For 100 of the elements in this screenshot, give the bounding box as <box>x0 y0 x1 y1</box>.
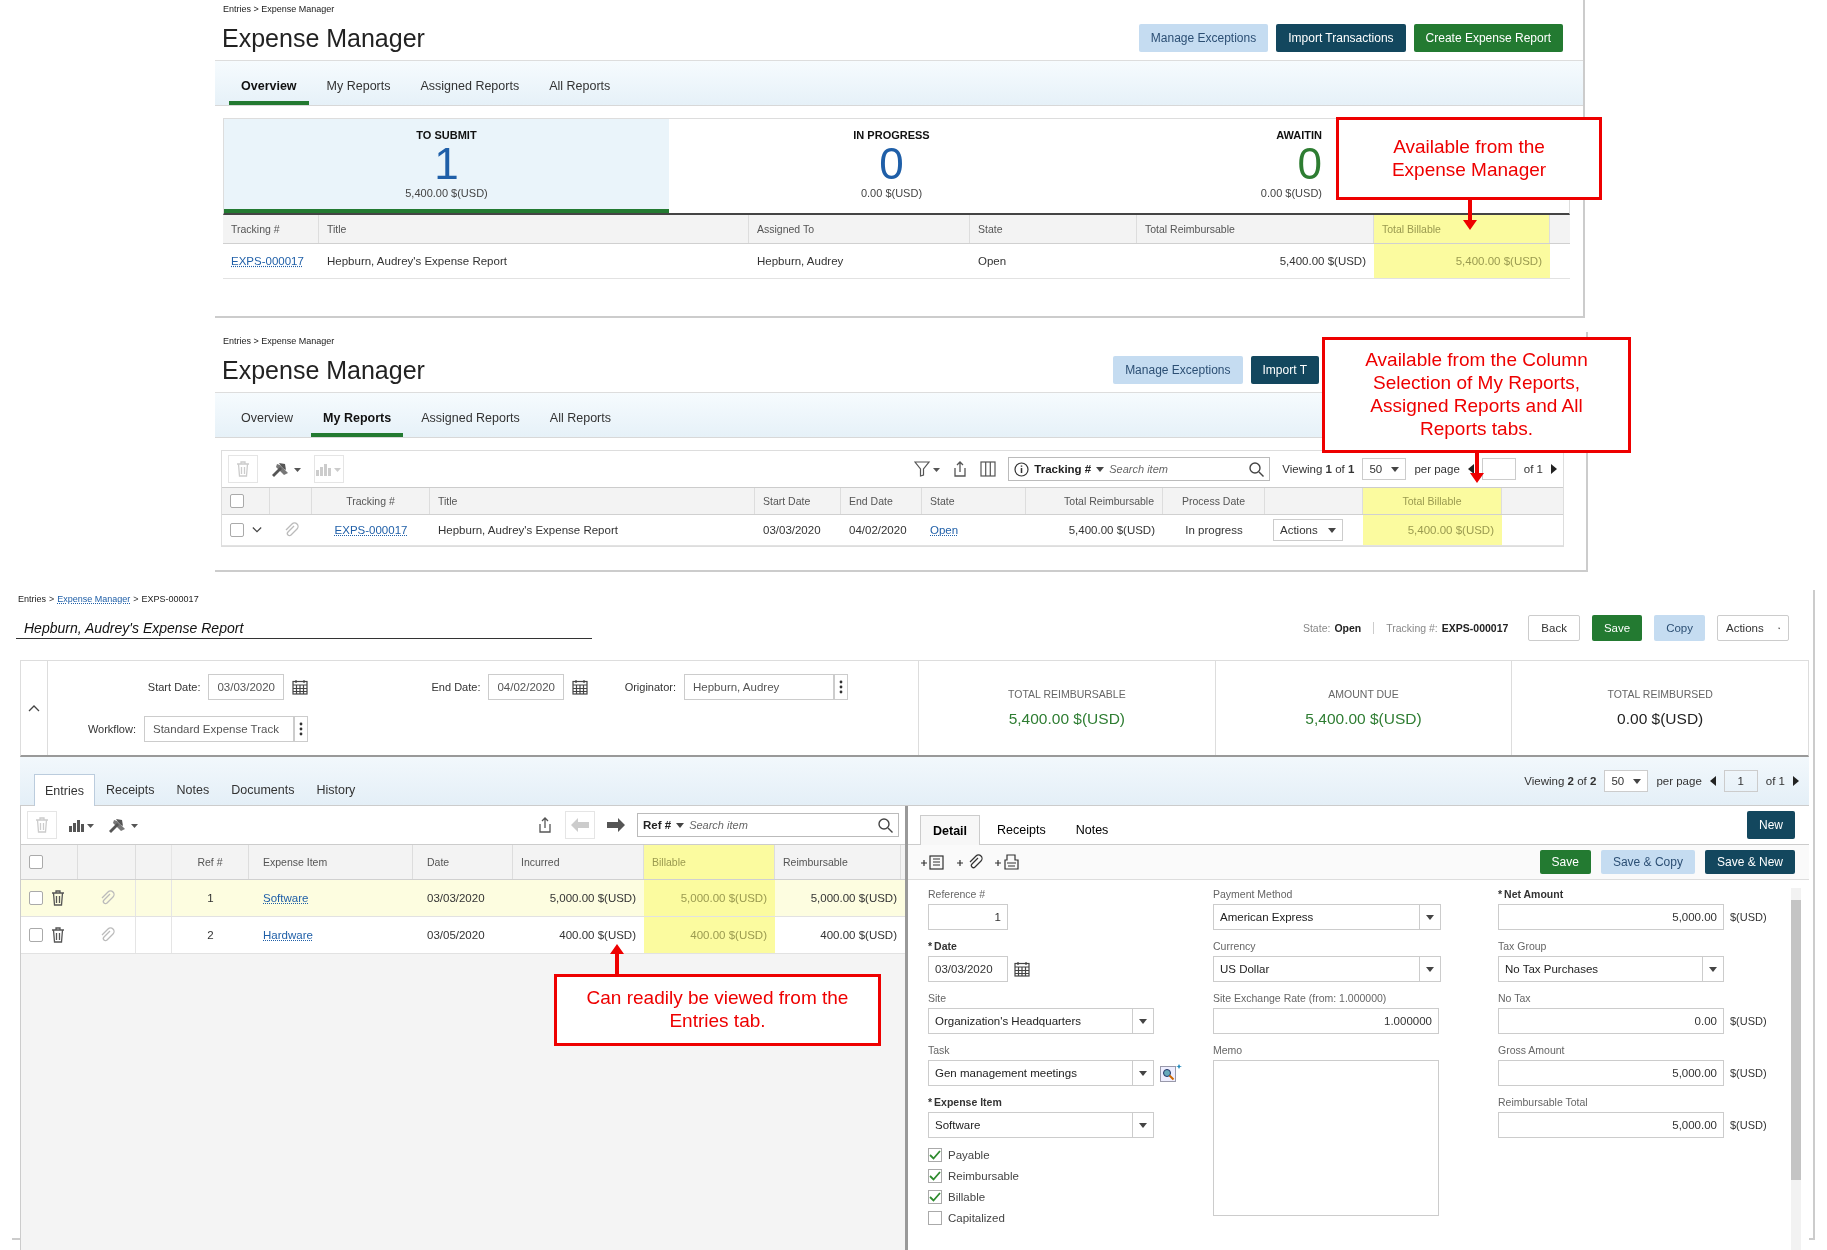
column-header[interactable]: End Date <box>841 488 922 514</box>
toolbar-button[interactable]: Create Expense Report <box>1413 24 1563 52</box>
stat-card[interactable]: AWAITIN 0 0.00 $(USD) <box>1114 119 1330 213</box>
input-field[interactable]: 03/03/2020 <box>928 956 1008 982</box>
select-field[interactable]: American Express <box>1213 904 1441 930</box>
column-header[interactable]: Title <box>430 488 755 514</box>
save-button[interactable]: Save <box>1539 850 1591 874</box>
page-field[interactable] <box>1481 458 1516 480</box>
column-header[interactable]: State <box>922 488 1026 514</box>
tab[interactable]: History <box>305 774 367 805</box>
column-header[interactable]: Ref # <box>172 845 249 879</box>
more-icon[interactable] <box>839 680 843 694</box>
tab[interactable]: My Reports <box>314 79 403 105</box>
entry-row[interactable]: 2 Hardware 03/05/2020 400.00 $(USD) 400.00 $(USD) 400.00 $(USD) <box>21 917 905 954</box>
new-button[interactable]: New <box>1747 811 1795 839</box>
checkbox[interactable] <box>230 494 244 508</box>
per-page-select[interactable]: 50 <box>1604 770 1649 792</box>
column-header[interactable]: Total Reimbursable <box>1026 488 1163 514</box>
tab[interactable]: Assigned Reports <box>408 79 532 105</box>
text-field[interactable]: 03/03/2020 <box>208 674 284 700</box>
toolbar-button[interactable]: Manage Exceptions <box>1113 356 1243 384</box>
select-field[interactable]: Organization's Headquarters <box>928 1008 1154 1034</box>
columns-icon[interactable] <box>980 461 997 477</box>
checkbox[interactable] <box>928 1210 942 1225</box>
per-page-select[interactable]: 50 <box>1362 458 1407 480</box>
select-field[interactable]: US Dollar <box>1213 956 1441 982</box>
tools-icon[interactable] <box>107 817 139 833</box>
search-field[interactable]: Ref # Search item <box>637 813 899 837</box>
trash-icon[interactable] <box>51 890 65 906</box>
tab[interactable]: All Reports <box>537 79 623 105</box>
save-button[interactable]: Save & Copy <box>1600 850 1695 874</box>
forward-arrow-icon[interactable] <box>607 818 625 832</box>
column-header[interactable]: Expense Item <box>249 845 413 879</box>
tab[interactable]: Detail <box>920 815 981 845</box>
tab[interactable]: My Reports <box>311 411 404 437</box>
checkbox[interactable] <box>29 855 43 869</box>
column-header[interactable]: Process Date <box>1163 488 1265 514</box>
text-field[interactable]: 04/02/2020 <box>488 674 564 700</box>
column-header[interactable]: Date <box>413 845 513 879</box>
actions-button[interactable]: Actions <box>1717 615 1789 641</box>
column-header[interactable]: Title <box>319 215 749 243</box>
column-header[interactable]: State <box>970 215 1137 243</box>
column-header[interactable]: Tracking # <box>312 488 430 514</box>
toolbar-button[interactable]: Manage Exceptions <box>1138 24 1269 52</box>
toolbar-button[interactable]: Save <box>1591 615 1643 641</box>
magnifier-icon[interactable] <box>1160 1064 1182 1082</box>
more-icon[interactable] <box>299 722 303 736</box>
tools-icon[interactable] <box>270 461 302 477</box>
tab[interactable]: Notes <box>165 774 221 805</box>
next-page-icon[interactable] <box>1793 776 1799 786</box>
column-header[interactable]: Start Date <box>755 488 841 514</box>
search-field[interactable]: Tracking # Search item <box>1008 457 1271 481</box>
expense-item-link[interactable]: Software <box>263 892 309 904</box>
actions-select[interactable]: Actions <box>1273 519 1343 541</box>
text-field[interactable]: Standard Expense Track <box>144 716 294 742</box>
column-header[interactable]: Reimbursable <box>775 845 901 879</box>
tab[interactable]: All Reports <box>537 411 623 437</box>
trash-icon[interactable] <box>51 927 65 943</box>
toolbar-button[interactable]: Import Transactions <box>1276 24 1406 52</box>
search-icon[interactable] <box>1249 461 1265 477</box>
input-field[interactable]: 1 <box>928 904 1008 930</box>
input-field[interactable]: 1.000000 <box>1213 1008 1439 1034</box>
text-field[interactable]: Hepburn, Audrey <box>684 674 834 700</box>
tab[interactable]: Entries <box>34 774 95 806</box>
tab[interactable]: Receipts <box>984 814 1059 844</box>
chevron-up-icon[interactable] <box>28 704 40 712</box>
input-field[interactable]: 5,000.00 <box>1498 904 1724 930</box>
previous-page-icon[interactable] <box>1467 464 1474 474</box>
expense-item-link[interactable]: Hardware <box>263 929 313 941</box>
table-link[interactable]: EXPS-000017 <box>334 524 408 536</box>
page-field[interactable]: 1 <box>1723 770 1758 792</box>
add-note-icon[interactable] <box>920 854 946 870</box>
paperclip-icon[interactable] <box>283 522 299 538</box>
memo-field[interactable] <box>1213 1060 1439 1216</box>
input-field[interactable]: 5,000.00 <box>1498 1060 1724 1086</box>
checkbox[interactable] <box>29 891 43 905</box>
calendar-icon[interactable] <box>292 679 308 695</box>
filter-icon[interactable] <box>914 461 941 477</box>
previous-page-icon[interactable] <box>1709 776 1716 786</box>
bar-chart-icon[interactable] <box>69 818 95 832</box>
input-field[interactable]: 0.00 <box>1498 1008 1724 1034</box>
save-button[interactable]: Save & New <box>1704 850 1795 874</box>
entry-row[interactable]: 1 Software 03/03/2020 5,000.00 $(USD) 5,000.00 $(USD) 5,000.00 $(USD) <box>21 880 905 917</box>
checkbox[interactable] <box>230 523 244 537</box>
tab[interactable]: Overview <box>229 411 306 437</box>
tracking-link[interactable]: EXPS-000017 <box>231 255 304 267</box>
tab[interactable]: Assigned Reports <box>409 411 532 437</box>
checkbox[interactable] <box>928 1168 942 1183</box>
checkbox[interactable] <box>29 928 43 942</box>
tab[interactable]: Overview <box>229 79 309 105</box>
tab[interactable]: Notes <box>1062 814 1122 844</box>
next-page-icon[interactable] <box>1551 464 1557 474</box>
tab[interactable]: Documents <box>220 774 306 805</box>
toolbar-button[interactable]: Copy <box>1654 615 1705 641</box>
stat-card[interactable]: TO SUBMIT 1 5,400.00 $(USD) <box>224 119 669 213</box>
breadcrumb-link[interactable]: Expense Manager <box>57 594 131 608</box>
input-field[interactable]: 5,000.00 <box>1498 1112 1724 1138</box>
search-scope[interactable]: Ref # <box>643 819 672 831</box>
scrollbar[interactable] <box>1791 888 1801 1250</box>
select-field[interactable]: Software <box>928 1112 1154 1138</box>
